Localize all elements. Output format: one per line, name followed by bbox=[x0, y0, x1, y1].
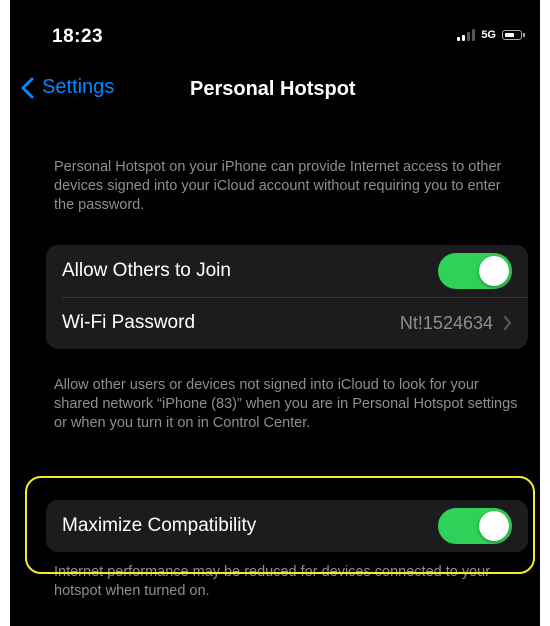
allow-others-toggle[interactable] bbox=[438, 253, 512, 289]
hotspot-description: Personal Hotspot on your iPhone can prov… bbox=[54, 159, 502, 213]
back-button[interactable]: Settings bbox=[20, 76, 114, 99]
compatibility-group: Maximize Compatibility bbox=[46, 500, 528, 552]
chevron-left-icon bbox=[21, 77, 34, 98]
allow-others-row: Allow Others to Join bbox=[46, 245, 528, 297]
wifi-password-value: Nt!1524634 bbox=[399, 312, 493, 333]
battery-icon bbox=[502, 30, 525, 40]
maximize-compatibility-label: Maximize Compatibility bbox=[62, 515, 257, 536]
back-label: Settings bbox=[42, 76, 115, 98]
network-visibility-footnote: Allow other users or devices not signed … bbox=[54, 377, 518, 431]
status-time: 18:23 bbox=[52, 26, 104, 47]
status-bar: 18:23 5G bbox=[10, 0, 540, 70]
chevron-right-icon bbox=[504, 316, 511, 330]
cellular-signal-icon bbox=[457, 29, 476, 41]
maximize-compatibility-toggle[interactable] bbox=[438, 508, 512, 544]
page-title: Personal Hotspot bbox=[190, 78, 356, 100]
wifi-password-row[interactable]: Wi-Fi Password Nt!1524634 bbox=[46, 297, 528, 349]
allow-others-label: Allow Others to Join bbox=[62, 260, 231, 281]
status-indicators: 5G bbox=[457, 29, 525, 41]
phone-screen: 18:23 5G Settings Personal Hotspot Perso… bbox=[10, 0, 540, 626]
compatibility-footnote: Internet performance may be reduced for … bbox=[54, 564, 491, 599]
hotspot-settings-group: Allow Others to Join Wi-Fi Password Nt!1… bbox=[46, 245, 528, 349]
network-type: 5G bbox=[481, 29, 496, 41]
wifi-password-label: Wi-Fi Password bbox=[62, 312, 196, 333]
maximize-compatibility-row: Maximize Compatibility bbox=[46, 500, 528, 552]
navigation-bar: Settings Personal Hotspot bbox=[10, 70, 540, 110]
toggle-knob bbox=[479, 256, 509, 286]
toggle-knob bbox=[479, 511, 509, 541]
